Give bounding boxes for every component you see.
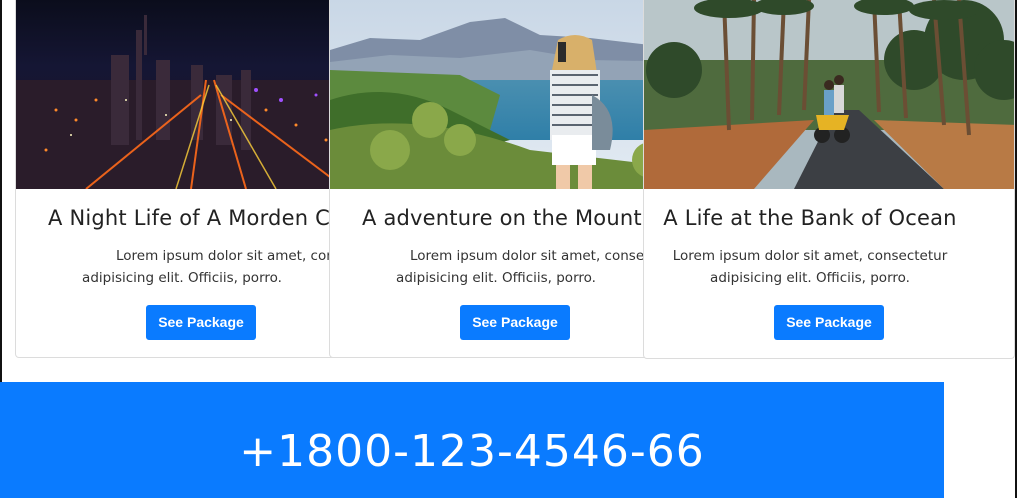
- package-card-ocean: A Life at the Bank of Ocean Lorem ipsum …: [643, 0, 1015, 359]
- card-description: Lorem ipsum dolor sit amet, consectetur …: [644, 245, 1014, 289]
- card-description-line1: Lorem ipsum dolor sit amet, consectetur: [672, 248, 948, 264]
- card-description-line2: adipisicing elit. Officiis, porro.: [396, 270, 596, 286]
- card-body: A Life at the Bank of Ocean Lorem ipsum …: [644, 189, 1014, 358]
- contact-phone-banner: +1800-123-4546-66: [0, 382, 944, 498]
- see-package-button[interactable]: See Package: [146, 305, 256, 340]
- card-description-line1: Lorem ipsum dolor sit amet, consectetur: [410, 248, 685, 264]
- card-title: A Life at the Bank of Ocean: [663, 206, 957, 230]
- card-description-line2: adipisicing elit. Officiis, porro.: [82, 270, 282, 286]
- phone-number[interactable]: +1800-123-4546-66: [0, 426, 944, 477]
- see-package-button[interactable]: See Package: [774, 305, 884, 340]
- card-description-line2: adipisicing elit. Officiis, porro.: [710, 270, 910, 286]
- card-description-line1: Lorem ipsum dolor sit amet, consectetur: [116, 248, 387, 264]
- palm-road-image: [644, 0, 1014, 189]
- see-package-button[interactable]: See Package: [460, 305, 570, 340]
